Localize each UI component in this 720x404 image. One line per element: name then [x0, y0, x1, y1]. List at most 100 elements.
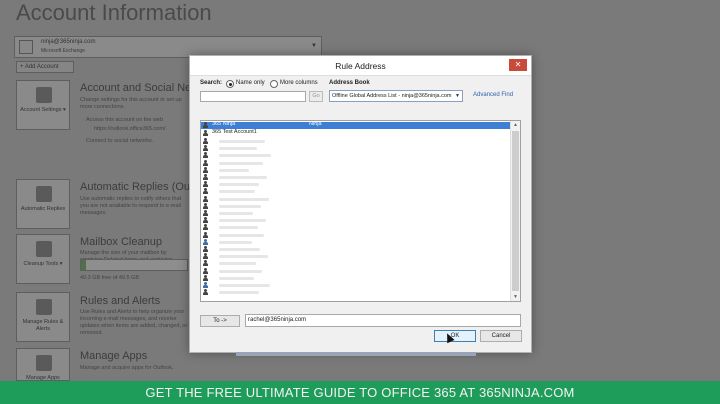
user-icon: [202, 195, 209, 203]
mailbox-storage-bar: [80, 259, 188, 271]
list-item[interactable]: 365 Test Account1: [201, 129, 510, 137]
promo-banner-text: GET THE FREE ULTIMATE GUIDE TO OFFICE 36…: [145, 385, 575, 400]
section-description: Change settings for this account or set …: [80, 97, 182, 110]
rules-alerts-icon: [36, 299, 52, 315]
blurred-name: [219, 212, 253, 215]
blurred-name: [219, 154, 271, 158]
list-item[interactable]: [201, 145, 211, 152]
automatic-replies-tile[interactable]: Automatic Replies: [16, 179, 70, 229]
more-columns-label: More columns: [280, 80, 318, 86]
add-account-button[interactable]: + Add Account: [16, 61, 74, 73]
blurred-name: [219, 190, 255, 194]
tile-label: Automatic Replies: [20, 206, 66, 212]
rule-address-dialog: Rule Address ✕ Search: Name only More co…: [189, 55, 532, 353]
list-item[interactable]: [201, 188, 211, 195]
list-item[interactable]: [201, 260, 211, 267]
list-item[interactable]: [201, 181, 211, 188]
chevron-down-icon: ▼: [311, 43, 317, 49]
address-book-select[interactable]: Offline Global Address List - ninja@365n…: [329, 90, 463, 102]
dialog-titlebar[interactable]: Rule Address ✕: [190, 56, 531, 76]
blurred-name: [219, 197, 269, 201]
blurred-name: [219, 140, 265, 143]
user-icon: [202, 246, 209, 253]
list-item[interactable]: [201, 210, 211, 217]
exchange-icon: [19, 40, 33, 54]
blurred-name: [219, 240, 252, 244]
section-title: Account and Social Net: [80, 82, 195, 94]
cancel-button[interactable]: Cancel: [480, 330, 522, 342]
list-item[interactable]: [201, 231, 211, 239]
user-icon: [202, 210, 209, 217]
manage-rules-tile[interactable]: Manage Rules & Alerts: [16, 292, 70, 342]
list-item[interactable]: [201, 174, 211, 181]
list-item[interactable]: [201, 282, 211, 289]
list-item[interactable]: [201, 152, 211, 159]
blurred-name: [219, 183, 259, 187]
section-link[interactable]: https://outlook.office365.com/: [94, 126, 204, 133]
go-button[interactable]: Go: [309, 91, 323, 102]
address-book-label: Address Book: [329, 80, 370, 86]
blurred-name: [219, 248, 260, 251]
automatic-replies-icon: [36, 186, 52, 202]
list-item-name: 365 Test Account1: [212, 129, 257, 135]
tile-label: Account Settings ▾: [20, 107, 66, 113]
list-item[interactable]: [201, 289, 211, 296]
blurred-name: [219, 147, 257, 151]
user-icon: [202, 188, 209, 195]
section-title: Automatic Replies (Out o: [80, 181, 203, 193]
list-item[interactable]: [201, 166, 211, 174]
scrollbar-thumb[interactable]: [512, 131, 519, 291]
user-icon: [202, 267, 209, 275]
blurred-name: [219, 161, 263, 165]
user-icon: [202, 145, 209, 152]
name-only-radio[interactable]: [226, 80, 234, 88]
account-type: Microsoft Exchange: [41, 48, 85, 54]
blurred-name: [219, 291, 259, 295]
scroll-up-icon[interactable]: ▲: [511, 121, 520, 129]
mailbox-storage-fill: [81, 260, 87, 270]
cleanup-tools-tile[interactable]: Cleanup Tools ▾: [16, 234, 70, 284]
user-icon: [202, 217, 209, 224]
list-item-name: 365 Ninja: [212, 121, 236, 127]
tile-label: Manage Rules & Alerts: [22, 319, 64, 332]
list-item[interactable]: [201, 202, 211, 210]
more-columns-radio[interactable]: [270, 80, 278, 88]
list-scrollbar[interactable]: ▲ ▼: [510, 121, 520, 301]
search-input[interactable]: [200, 91, 306, 102]
to-input[interactable]: rachel@365ninja.com: [245, 314, 521, 327]
list-item[interactable]: [201, 224, 211, 231]
list-item[interactable]: [201, 253, 211, 260]
close-button[interactable]: ✕: [509, 59, 527, 71]
user-icon: [202, 202, 209, 210]
list-item[interactable]: [201, 274, 211, 282]
dialog-shadow-bar: [236, 352, 476, 356]
user-icon: [202, 181, 209, 188]
account-settings-tile[interactable]: Account Settings ▾: [16, 80, 70, 130]
list-item[interactable]: [201, 159, 211, 167]
account-settings-icon: [36, 87, 52, 103]
list-item[interactable]: [201, 246, 211, 253]
list-item[interactable]: [201, 267, 211, 275]
blurred-name: [219, 204, 261, 208]
blurred-name: [219, 168, 249, 172]
page-title: Account Information: [16, 0, 212, 25]
list-item[interactable]: [201, 195, 211, 203]
tile-label: Cleanup Tools ▾: [23, 261, 63, 267]
list-item[interactable]: [201, 138, 211, 145]
user-icon: [202, 274, 209, 282]
advanced-find-link[interactable]: Advanced Find: [473, 92, 513, 98]
user-icon: [202, 289, 209, 296]
cleanup-tools-icon: [36, 241, 52, 257]
list-item[interactable]: [201, 217, 211, 224]
manage-apps-tile[interactable]: Manage Apps: [16, 348, 70, 381]
to-button[interactable]: To ->: [200, 315, 240, 327]
list-item[interactable]: [201, 238, 211, 246]
scroll-down-icon[interactable]: ▼: [511, 293, 520, 301]
list-item[interactable]: 365 Ninja Ninja: [201, 121, 510, 129]
section-title: Mailbox Cleanup: [80, 236, 162, 248]
ok-button[interactable]: OK: [434, 330, 476, 342]
account-email: ninja@365ninja.com: [41, 39, 96, 45]
address-list[interactable]: 365 Ninja Ninja 365 Test Account1 ▲ ▼: [200, 120, 521, 302]
blurred-name: [219, 176, 267, 179]
blurred-name: [219, 269, 262, 273]
